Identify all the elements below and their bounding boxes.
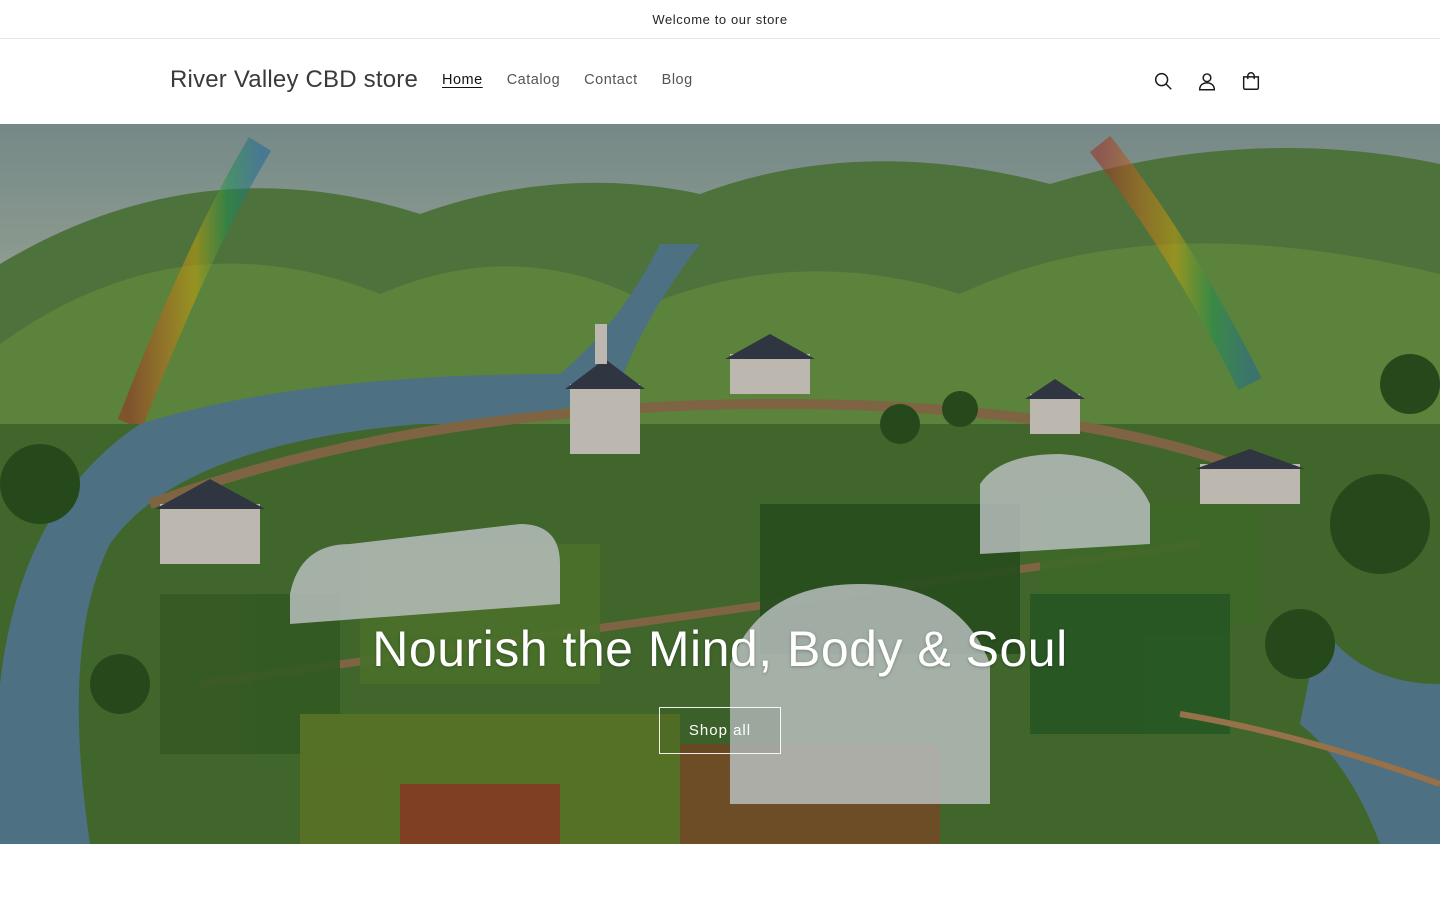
main-nav: Home Catalog Contact Blog [430,70,705,90]
hero-banner: Nourish the Mind, Body & Soul Shop all [0,124,1440,844]
account-icon [1198,73,1216,91]
account-button[interactable] [1185,59,1229,103]
shop-all-button[interactable]: Shop all [659,707,781,754]
store-logo[interactable]: River Valley CBD store [170,66,418,94]
announcement-text: Welcome to our store [652,11,788,27]
cart-button[interactable] [1229,59,1273,103]
search-icon [1154,72,1172,90]
site-header: River Valley CBD store Home Catalog Cont… [0,39,1440,124]
search-button[interactable] [1141,59,1185,103]
cart-icon [1242,72,1260,90]
hero-title: Nourish the Mind, Body & Soul [372,621,1068,677]
nav-item-blog[interactable]: Blog [650,70,705,90]
nav-item-home[interactable]: Home [430,70,495,90]
header-icons [1141,59,1273,103]
nav-item-catalog[interactable]: Catalog [495,70,572,90]
announcement-bar: Welcome to our store [0,0,1440,39]
nav-item-contact[interactable]: Contact [572,70,649,90]
